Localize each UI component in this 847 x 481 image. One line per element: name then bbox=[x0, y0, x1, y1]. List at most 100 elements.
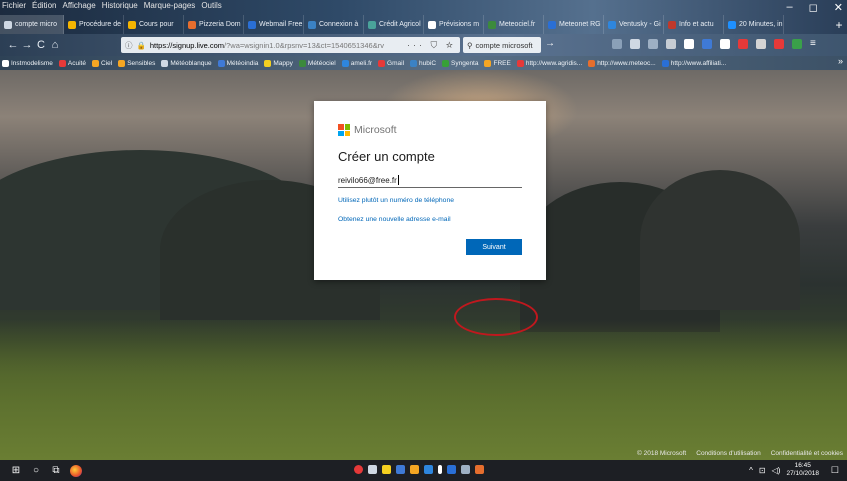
windows-start-icon[interactable]: ⊞ bbox=[6, 460, 26, 481]
tab[interactable]: Connexion à bbox=[304, 15, 364, 34]
bookmark-label: Syngenta bbox=[451, 59, 479, 67]
tab-label: compte micro bbox=[15, 21, 58, 28]
tab-favicon-icon bbox=[488, 20, 496, 29]
tab-label: Prévisions m bbox=[439, 21, 480, 28]
volume-icon[interactable]: ◁) bbox=[772, 466, 781, 475]
bookmark-favicon-icon bbox=[118, 59, 126, 67]
menu-item[interactable]: Édition bbox=[32, 1, 56, 14]
bookmark-favicon-icon bbox=[2, 59, 9, 67]
tab[interactable]: 20 Minutes, in bbox=[724, 15, 784, 34]
extension-icon[interactable] bbox=[612, 39, 622, 49]
bookmark-item[interactable]: Gmail bbox=[378, 59, 404, 67]
bookmark-item[interactable]: http://www.meteoc... bbox=[588, 59, 656, 67]
bookmark-item[interactable]: ameli.fr bbox=[341, 59, 372, 67]
bookmark-item[interactable]: Instmodelisme bbox=[2, 59, 53, 67]
app-icon[interactable] bbox=[475, 465, 484, 474]
tab[interactable]: Webmail Free bbox=[244, 15, 304, 34]
menu-item[interactable]: Marque-pages bbox=[144, 1, 196, 14]
app-icon[interactable] bbox=[424, 465, 433, 474]
extension-icon[interactable] bbox=[774, 39, 784, 49]
extension-icon[interactable] bbox=[756, 39, 766, 49]
email-field[interactable]: reivilo66@free.fr bbox=[338, 172, 522, 188]
tab-favicon-icon bbox=[188, 20, 196, 29]
use-phone-link[interactable]: Utilisez plutôt un numéro de téléphone bbox=[338, 197, 454, 204]
bookmarks-more-button[interactable]: » bbox=[838, 56, 843, 66]
app-icon[interactable] bbox=[368, 465, 377, 474]
privacy-link[interactable]: Confidentialité et cookies bbox=[771, 450, 843, 457]
terms-link[interactable]: Conditions d'utilisation bbox=[696, 450, 760, 457]
app-icon[interactable] bbox=[382, 465, 391, 474]
search-input[interactable]: ⚲ compte microsoft bbox=[463, 37, 541, 53]
copyright-text: © 2018 Microsoft bbox=[637, 450, 687, 457]
extension-icon[interactable] bbox=[648, 39, 658, 49]
menu-item[interactable]: Outils bbox=[201, 1, 221, 14]
bookmark-item[interactable]: Météoblanque bbox=[161, 59, 212, 67]
bookmark-item[interactable]: hubiC bbox=[410, 59, 436, 67]
menu-icon[interactable]: ≡ bbox=[810, 39, 820, 49]
new-email-link[interactable]: Obtenez une nouvelle adresse e-mail bbox=[338, 216, 451, 223]
pinned-apps bbox=[354, 465, 484, 474]
app-icon[interactable] bbox=[354, 465, 363, 474]
bookmark-item[interactable]: Syngenta bbox=[442, 59, 479, 67]
menu-item[interactable]: Affichage bbox=[62, 1, 95, 14]
tab[interactable]: Ventusky - Gi bbox=[604, 15, 664, 34]
tab[interactable]: Pizzeria Dom bbox=[184, 15, 244, 34]
network-icon[interactable]: ⊡ bbox=[759, 466, 766, 475]
back-button[interactable]: ← bbox=[6, 39, 20, 51]
minimize-button[interactable]: – bbox=[787, 1, 793, 14]
search-icon[interactable]: ○ bbox=[26, 460, 46, 481]
bookmark-item[interactable]: Météociel bbox=[298, 59, 336, 67]
app-icon[interactable] bbox=[447, 465, 456, 474]
bookmark-item[interactable]: FREE bbox=[484, 59, 511, 67]
address-bar[interactable]: ⓘ 🔒 https://signup.live.com/?wa=wsignin1… bbox=[121, 37, 460, 53]
tab[interactable]: Cours pour bbox=[124, 15, 184, 34]
info-icon[interactable]: ⓘ bbox=[125, 40, 133, 51]
tab[interactable]: Prévisions m bbox=[424, 15, 484, 34]
home-button[interactable]: ⌂ bbox=[48, 39, 62, 51]
clock[interactable]: 16:45 27/10/2018 bbox=[786, 462, 819, 478]
firefox-icon[interactable] bbox=[66, 460, 86, 481]
reload-button[interactable]: C bbox=[34, 39, 48, 51]
menu-item[interactable]: Historique bbox=[102, 1, 138, 14]
bookmark-item[interactable]: Acuité bbox=[58, 59, 86, 67]
tab[interactable]: compte micro bbox=[0, 15, 64, 34]
chevron-up-icon[interactable]: ^ bbox=[749, 466, 753, 475]
forward-button[interactable]: → bbox=[20, 39, 34, 51]
bookmark-label: Météoblanque bbox=[170, 59, 212, 67]
close-button[interactable]: ✕ bbox=[834, 1, 843, 14]
bookmark-item[interactable]: http://www.agridis... bbox=[516, 59, 582, 67]
next-button[interactable]: Suivant bbox=[466, 239, 522, 255]
app-icon[interactable] bbox=[438, 465, 442, 474]
notification-icon[interactable]: ☐ bbox=[831, 465, 839, 476]
tab-label: 20 Minutes, in bbox=[739, 21, 783, 28]
extension-icon[interactable] bbox=[684, 39, 694, 49]
extension-icon[interactable] bbox=[702, 39, 712, 49]
bookmark-item[interactable]: Ciel bbox=[91, 59, 112, 67]
task-view-icon[interactable]: ⧉ bbox=[46, 460, 66, 481]
menu-item[interactable]: Fichier bbox=[2, 1, 26, 14]
maximize-button[interactable]: ◻ bbox=[809, 1, 818, 14]
app-icon[interactable] bbox=[410, 465, 419, 474]
tab[interactable]: Procédure de bbox=[64, 15, 124, 34]
tab[interactable]: Meteonet RG bbox=[544, 15, 604, 34]
extension-icon[interactable] bbox=[666, 39, 676, 49]
bookmark-item[interactable]: http://www.affiliati... bbox=[661, 59, 726, 67]
extension-icon[interactable] bbox=[792, 39, 802, 49]
lock-icon[interactable]: 🔒 bbox=[137, 41, 146, 50]
extension-icon[interactable] bbox=[720, 39, 730, 49]
extension-icon[interactable] bbox=[630, 39, 640, 49]
bookmark-item[interactable]: Sensibles bbox=[118, 59, 155, 67]
search-go-button[interactable]: → bbox=[545, 38, 555, 49]
app-icon[interactable] bbox=[461, 465, 470, 474]
extension-icon[interactable] bbox=[738, 39, 748, 49]
bookmark-item[interactable]: Météoindia bbox=[217, 59, 258, 67]
page-actions-icon[interactable]: ··· ⛉ ☆ bbox=[407, 40, 456, 51]
bookmarks-bar: Instmodelisme Acuité Ciel Sensibles Météobla… bbox=[0, 56, 847, 70]
app-icon[interactable] bbox=[396, 465, 405, 474]
bookmark-item[interactable]: Mappy bbox=[264, 59, 293, 67]
tab[interactable]: Meteociel.fr bbox=[484, 15, 544, 34]
tab[interactable]: Info et actu bbox=[664, 15, 724, 34]
new-tab-button[interactable]: + bbox=[831, 15, 847, 34]
tab[interactable]: Crédit Agricol bbox=[364, 15, 424, 34]
clock-date: 27/10/2018 bbox=[786, 470, 819, 477]
